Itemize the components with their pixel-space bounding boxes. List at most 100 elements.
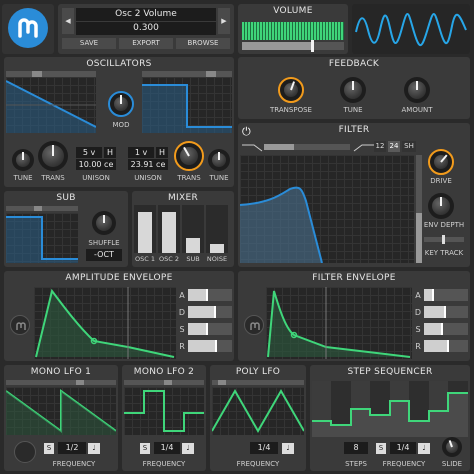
filter-env-label-s: S: [415, 325, 421, 334]
export-button[interactable]: EXPORT: [119, 38, 173, 49]
unison2-detune[interactable]: 23.91 ce: [128, 159, 168, 170]
lfo1-sync-button[interactable]: S: [44, 443, 54, 454]
slide-knob[interactable]: [442, 437, 462, 457]
lfo1-rate[interactable]: 1/2: [58, 442, 86, 454]
mixer-fader-noise[interactable]: [206, 205, 228, 253]
slope-24-button[interactable]: 24: [388, 141, 400, 152]
steps-value[interactable]: 8: [344, 442, 368, 454]
slide-label: SLIDE: [441, 460, 463, 468]
unison2-label: UNISON: [134, 174, 162, 182]
filter-env-slider-a[interactable]: [424, 289, 468, 301]
sub-waveform[interactable]: [6, 213, 78, 263]
mixer-fader-osc-2[interactable]: [158, 205, 180, 253]
feedback-tune-knob[interactable]: [340, 77, 366, 103]
save-button[interactable]: SAVE: [62, 38, 116, 49]
sub-octave-button[interactable]: -OCT: [86, 249, 122, 261]
mod-label: MOD: [112, 121, 130, 129]
volume-slider[interactable]: [242, 40, 344, 52]
filter-response-graph[interactable]: [240, 155, 414, 263]
osc2-waveform[interactable]: [142, 77, 232, 133]
power-icon[interactable]: ⏻: [242, 125, 251, 139]
lfo1-note-icon[interactable]: ♩: [88, 443, 100, 454]
unison1-mode[interactable]: H: [104, 147, 116, 158]
seq-note-icon[interactable]: ♩: [418, 443, 430, 454]
seq-frequency-label: FREQUENCY: [382, 460, 426, 468]
amp-env-slider-s[interactable]: [188, 323, 232, 335]
shelf-button[interactable]: SH: [402, 141, 416, 152]
amp-env-graph[interactable]: [34, 287, 176, 359]
unison1-voices[interactable]: 5 v: [76, 147, 102, 158]
filter-env-slider-s[interactable]: [424, 323, 468, 335]
step-sequencer-title: STEP SEQUENCER: [347, 367, 433, 377]
osc1-wave-selector[interactable]: [6, 71, 96, 77]
step-sequencer-graph[interactable]: [312, 381, 468, 437]
sub-shuffle-knob[interactable]: [92, 211, 116, 235]
lfo2-note-icon[interactable]: ♩: [182, 443, 194, 454]
mixer-fader-sub[interactable]: [182, 205, 204, 253]
lfo2-sync-button[interactable]: S: [140, 443, 150, 454]
key-track-slider[interactable]: [424, 235, 464, 244]
amp-env-slider-r[interactable]: [188, 340, 232, 352]
mono-lfo2-graph[interactable]: [124, 387, 204, 435]
sub-panel: SUB SHUFFLE -OCT: [4, 191, 128, 267]
unison2-voices[interactable]: 1 v: [128, 147, 154, 158]
mixer-fader-osc-1[interactable]: [134, 205, 156, 253]
oscillators-panel: OSCILLATORS MOD TUNE TRANS 5 v H 10.00 c…: [4, 57, 234, 187]
mod-knob[interactable]: [108, 91, 134, 117]
seq-rate[interactable]: 1/4: [390, 442, 416, 454]
unison1-label: UNISON: [82, 174, 110, 182]
osc2-tune-knob[interactable]: [208, 149, 230, 171]
unison1-detune[interactable]: 10.00 ce: [76, 159, 116, 170]
filter-style-slider[interactable]: [264, 144, 350, 150]
osc1-trans-knob[interactable]: [38, 141, 68, 171]
osc2-trans-knob[interactable]: [174, 141, 204, 171]
preset-value: 0.300: [76, 22, 216, 35]
poly-lfo-wave-selector[interactable]: [212, 380, 304, 385]
mono-lfo1-graph[interactable]: [6, 387, 116, 435]
feedback-title: FEEDBACK: [328, 59, 380, 69]
helm-logo-icon[interactable]: [8, 8, 48, 48]
sub-wave-selector[interactable]: [6, 206, 78, 211]
filter-cutoff-slider[interactable]: [416, 155, 422, 263]
amp-env-label-d: D: [178, 308, 186, 317]
mono-lfo2-panel: MONO LFO 2 S 1/4 ♩ FREQUENCY: [122, 365, 206, 471]
poly-lfo-note-icon[interactable]: ♩: [282, 443, 294, 454]
amp-env-modulation-icon[interactable]: [10, 315, 30, 335]
prev-preset-button[interactable]: ◀: [62, 8, 74, 34]
poly-lfo-rate[interactable]: 1/4: [250, 442, 278, 454]
osc1-waveform[interactable]: [6, 77, 96, 133]
lfo2-wave-selector[interactable]: [124, 380, 204, 385]
filter-env-depth-label: ENV DEPTH: [423, 221, 465, 229]
browse-button[interactable]: BROWSE: [176, 38, 230, 49]
unison2-mode[interactable]: H: [156, 147, 168, 158]
filter-env-modulation-icon[interactable]: [244, 315, 264, 335]
poly-lfo-graph[interactable]: [212, 387, 304, 435]
filter-env-graph[interactable]: [266, 287, 412, 359]
lfo2-rate[interactable]: 1/4: [154, 442, 180, 454]
feedback-amount-knob[interactable]: [404, 77, 430, 103]
filter-env-depth-knob[interactable]: [428, 193, 454, 219]
poly-lfo-frequency-label: FREQUENCY: [236, 460, 280, 468]
amp-env-label-s: S: [179, 325, 185, 334]
osc2-wave-selector[interactable]: [142, 71, 232, 77]
feedback-transpose-knob[interactable]: [278, 77, 304, 103]
preset-name: Osc 2 Volume: [76, 8, 216, 21]
slope-12-button[interactable]: 12: [374, 141, 386, 152]
amp-env-slider-a[interactable]: [188, 289, 232, 301]
next-preset-button[interactable]: ▶: [218, 8, 230, 34]
filter-drive-knob[interactable]: [428, 149, 454, 175]
filter-title: FILTER: [338, 125, 370, 135]
filter-env-slider-d[interactable]: [424, 306, 468, 318]
filter-drive-label: DRIVE: [430, 177, 452, 185]
feedback-panel: FEEDBACK TRANSPOSE TUNE AMOUNT: [238, 57, 470, 119]
lfo1-modulation-icon[interactable]: [14, 441, 36, 463]
step-sequencer-panel: STEP SEQUENCER 8 STEPS S 1/4 ♩ FREQUENCY…: [310, 365, 470, 471]
osc1-tune-knob[interactable]: [12, 149, 34, 171]
filter-env-slider-r[interactable]: [424, 340, 468, 352]
lfo1-wave-selector[interactable]: [6, 380, 116, 385]
logo-panel: [2, 4, 54, 54]
seq-sync-button[interactable]: S: [376, 443, 386, 454]
volume-meter: [242, 22, 344, 40]
amp-env-slider-d[interactable]: [188, 306, 232, 318]
oscillators-title: OSCILLATORS: [86, 59, 152, 69]
